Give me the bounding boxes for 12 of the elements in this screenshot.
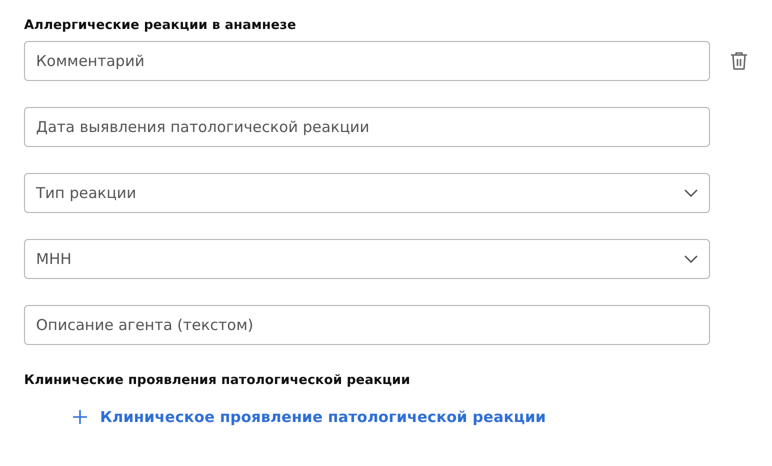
trash-icon[interactable] <box>730 51 748 71</box>
chevron-down-icon <box>684 189 698 197</box>
chevron-down-icon <box>684 255 698 263</box>
input-field[interactable]: Комментарий <box>24 41 710 81</box>
add-link[interactable]: Клиническое проявление патологической реакции <box>72 408 546 426</box>
subsection-title: Клинические проявления патологической реакции <box>24 373 412 388</box>
section-title: Аллергические реакции в анамнезе <box>24 18 298 33</box>
select-field[interactable]: Тип реакции <box>24 173 710 213</box>
select-field[interactable]: МНН <box>24 239 710 279</box>
input-field[interactable]: Дата выявления патологической реакции <box>24 107 710 147</box>
plus-icon <box>72 409 88 425</box>
input-field[interactable]: Описание агента (текстом) <box>24 305 710 345</box>
